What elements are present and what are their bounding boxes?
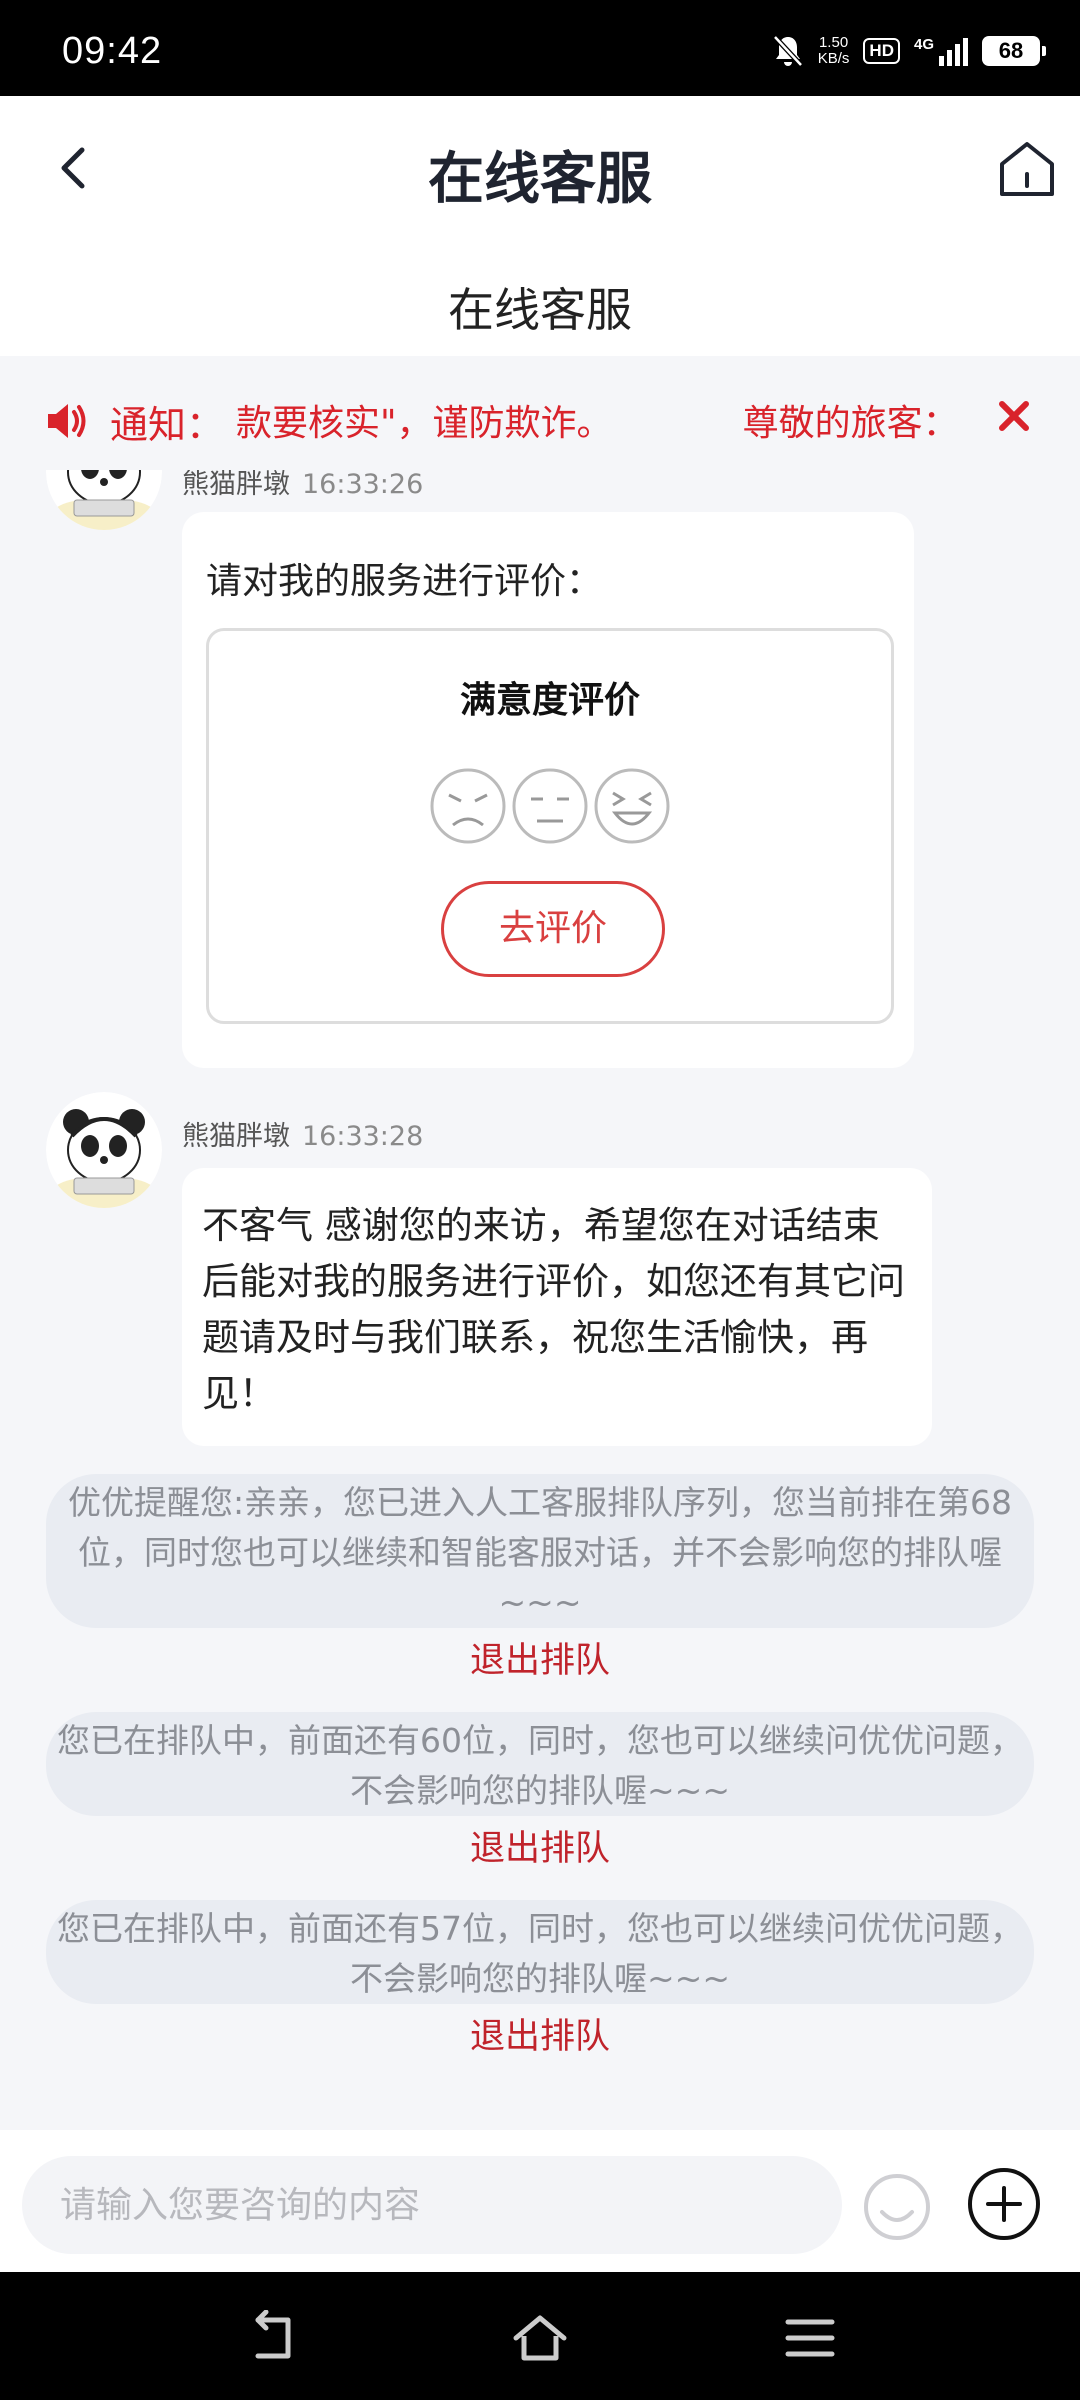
menu-nav-icon[interactable] [782, 2310, 838, 2366]
angry-face-icon[interactable] [429, 767, 507, 845]
rating-faces [429, 767, 671, 845]
queue-notice: 您已在排队中，前面还有60位，同时，您也可以继续问优优问题，不会影响您的排队喔~… [46, 1712, 1034, 1816]
close-icon[interactable] [994, 396, 1034, 436]
plus-circle-icon[interactable] [966, 2166, 1042, 2242]
exit-queue-link[interactable]: 退出排队 [0, 1632, 1080, 1683]
message-time: 16:33:26 [302, 470, 424, 500]
rating-card: 满意度评价 去评价 [206, 628, 894, 1024]
message-text: 不客气 感谢您的来访，希望您在对话结束后能对我的服务进行评价，如您还有其它问题请… [202, 1204, 905, 1415]
message-time: 16:33:28 [302, 1121, 424, 1152]
rating-prompt: 请对我的服务进行评价： [206, 561, 603, 602]
input-bar [0, 2130, 1080, 2272]
message-meta: 熊猫胖墩 16:33:26 [182, 470, 423, 501]
status-bar: 09:42 1.50 KB/s HD 4G 68 [0, 0, 1080, 96]
happy-face-icon[interactable] [593, 767, 671, 845]
speaker-icon [48, 404, 86, 438]
notice-bar: 通知： 款要核实"，谨防欺诈。 尊敬的旅客： [0, 370, 1080, 470]
signal-icon: 4G [914, 36, 968, 66]
net-speed: 1.50 KB/s [818, 35, 850, 67]
status-icons: 1.50 KB/s HD 4G 68 [772, 32, 1046, 70]
message-bubble: 不客气 感谢您的来访，希望您在对话结束后能对我的服务进行评价，如您还有其它问题请… [182, 1168, 932, 1446]
network-type: 4G [913, 36, 934, 53]
neutral-face-icon[interactable] [511, 767, 589, 845]
chat-area: 熊猫胖墩 16:33:26 请对我的服务进行评价： 满意度评价 去评价 熊猫胖墩… [0, 470, 1080, 2130]
sub-header: 在线客服 [0, 246, 1080, 356]
message-meta: 熊猫胖墩 16:33:28 [182, 1114, 423, 1153]
notice-text: 款要核实"，谨防欺诈。 [236, 403, 613, 444]
notice-text-tail: 尊敬的旅客： [742, 403, 956, 444]
avatar [46, 1092, 162, 1208]
sender-name: 熊猫胖墩 [182, 470, 290, 500]
net-speed-unit: KB/s [817, 50, 850, 67]
go-rate-button[interactable]: 去评价 [441, 881, 665, 977]
status-time: 09:42 [62, 30, 163, 72]
message-input[interactable] [22, 2156, 842, 2254]
page-title: 在线客服 [428, 147, 652, 212]
hd-icon: HD [863, 38, 900, 64]
battery-level: 68 [998, 38, 1024, 63]
queue-notice: 您已在排队中，前面还有57位，同时，您也可以继续问优优问题，不会影响您的排队喔~… [46, 1900, 1034, 2004]
rating-bubble: 请对我的服务进行评价： 满意度评价 去评价 [182, 512, 914, 1068]
back-nav-icon[interactable] [244, 2310, 300, 2366]
rating-title: 满意度评价 [459, 680, 640, 721]
app-header: 在线客服 [0, 96, 1080, 246]
exit-queue-link[interactable]: 退出排队 [0, 1820, 1080, 1871]
home-icon[interactable] [994, 136, 1060, 202]
battery-icon: 68 [982, 36, 1046, 66]
avatar [46, 470, 162, 530]
queue-notice: 优优提醒您:亲亲，您已进入人工客服排队序列，您当前排在第68位，同时您也可以继续… [46, 1474, 1034, 1628]
notice-marquee: 款要核实"，谨防欺诈。 尊敬的旅客： [236, 394, 956, 446]
mute-bell-icon [772, 35, 803, 67]
smiley-icon[interactable] [862, 2172, 932, 2242]
exit-queue-link[interactable]: 退出排队 [0, 2008, 1080, 2059]
sub-title: 在线客服 [448, 283, 632, 337]
notice-label: 通知： [110, 403, 225, 447]
net-speed-value: 1.50 [818, 34, 849, 51]
sender-name: 熊猫胖墩 [182, 1121, 290, 1152]
home-nav-icon[interactable] [512, 2310, 568, 2366]
system-nav-bar [0, 2272, 1080, 2400]
